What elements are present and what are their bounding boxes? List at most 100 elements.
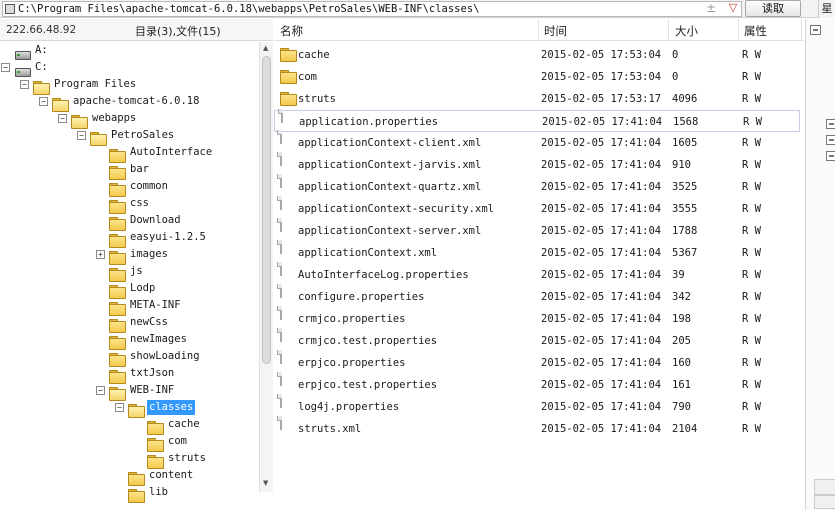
file-row[interactable]: AutoInterfaceLog.properties 2015-02-05 17… (274, 262, 800, 286)
tree-item[interactable]: bar (0, 161, 259, 180)
file-row[interactable]: applicationContext.xml 2015-02-05 17:41:0… (274, 240, 800, 264)
file-icon (280, 350, 282, 364)
tree-scroll-thumb[interactable] (262, 56, 271, 364)
tree-item[interactable]: − PetroSales (0, 127, 259, 146)
chevron-down-icon[interactable]: ▽ (726, 1, 740, 15)
tree-item[interactable]: − classes (0, 399, 259, 418)
file-size: 5367 (672, 247, 698, 259)
tree-item-label: Program Files (54, 78, 137, 90)
file-row[interactable]: applicationContext-jarvis.xml 2015-02-05 … (274, 152, 800, 176)
panel-button[interactable] (814, 479, 835, 495)
tree-item[interactable]: − webapps (0, 110, 259, 129)
file-row[interactable]: applicationContext-quartz.xml 2015-02-05 … (274, 174, 800, 198)
column-divider[interactable] (738, 19, 739, 41)
file-attr: R W (742, 159, 761, 171)
tree-item[interactable]: − apache-tomcat-6.0.18 (0, 93, 259, 112)
tree-item[interactable]: newCss (0, 314, 259, 333)
tree-item-label: images (130, 248, 168, 260)
file-row[interactable]: application.properties 2015-02-05 17:41:0… (274, 109, 800, 132)
column-divider[interactable] (801, 19, 802, 41)
file-row[interactable]: struts 2015-02-05 17:53:17 4096 R W (274, 88, 800, 110)
path-input[interactable]: C:\Program Files\apache-tomcat-6.0.18\we… (2, 1, 742, 17)
file-row[interactable]: erpjco.test.properties 2015-02-05 17:41:0… (274, 372, 800, 396)
tree-item[interactable]: AutoInterface (0, 144, 259, 163)
file-icon (280, 218, 282, 232)
star-tab[interactable]: 星 (818, 0, 835, 18)
file-row[interactable]: cache 2015-02-05 17:53:04 0 R W (274, 44, 800, 66)
file-row[interactable]: struts.xml 2015-02-05 17:41:04 2104 R W (274, 416, 800, 440)
file-time: 2015-02-05 17:41:04 (541, 269, 662, 281)
panel-icon[interactable] (826, 135, 835, 145)
file-row[interactable]: applicationContext-security.xml 2015-02-0… (274, 196, 800, 220)
tree-item[interactable]: newImages (0, 331, 259, 350)
column-time[interactable]: 时间 (544, 23, 567, 39)
tree-item[interactable]: txtJson (0, 365, 259, 384)
column-divider[interactable] (668, 19, 669, 41)
scroll-up-icon[interactable]: ▲ (263, 44, 268, 52)
tree-item[interactable]: + images (0, 246, 259, 265)
column-attr[interactable]: 属性 (744, 23, 767, 39)
collapse-icon[interactable]: − (115, 403, 124, 412)
collapse-icon[interactable]: − (1, 63, 10, 72)
file-time: 2015-02-05 17:53:04 (541, 49, 662, 61)
folder-icon (109, 148, 126, 163)
panel-button[interactable] (814, 495, 835, 509)
tree-item[interactable]: − WEB-INF (0, 382, 259, 401)
file-row[interactable]: applicationContext-server.xml 2015-02-05 … (274, 218, 800, 242)
file-attr: R W (742, 93, 761, 105)
column-divider[interactable] (538, 19, 539, 41)
file-name: applicationContext-server.xml (298, 225, 482, 237)
tree-item[interactable]: css (0, 195, 259, 214)
collapse-icon[interactable]: − (96, 386, 105, 395)
file-name: erpjco.test.properties (298, 379, 438, 391)
file-row[interactable]: erpjco.properties 2015-02-05 17:41:04 160 R… (274, 350, 800, 374)
file-row[interactable]: log4j.properties 2015-02-05 17:41:04 790 R … (274, 394, 800, 418)
column-size[interactable]: 大小 (675, 23, 698, 39)
scroll-down-icon[interactable]: ▼ (263, 479, 268, 487)
tree-item[interactable]: js (0, 263, 259, 282)
collapse-icon[interactable]: − (39, 97, 48, 106)
tree-item[interactable]: A: (0, 42, 259, 60)
column-name[interactable]: 名称 (280, 23, 303, 39)
file-name: struts (298, 93, 336, 105)
file-attr: R W (742, 181, 761, 193)
file-time: 2015-02-05 17:41:04 (541, 225, 662, 237)
tree-item[interactable]: Lodp (0, 280, 259, 299)
panel-icon[interactable] (826, 119, 835, 129)
file-icon (280, 240, 282, 254)
path-text: C:\Program Files\apache-tomcat-6.0.18\we… (18, 3, 480, 15)
expand-icon[interactable]: + (96, 250, 105, 259)
tree-scrollbar[interactable]: ▲ ▼ (259, 42, 273, 492)
file-icon (280, 262, 282, 276)
file-attr: R W (742, 291, 761, 303)
file-row[interactable]: applicationContext-client.xml 2015-02-05 … (274, 130, 800, 154)
panel-icon[interactable] (826, 151, 835, 161)
plus-minus-icon[interactable]: ± (706, 1, 716, 15)
tree-item[interactable]: − C: (0, 59, 259, 77)
tree-item[interactable]: easyui-1.2.5 (0, 229, 259, 248)
file-row[interactable]: configure.properties 2015-02-05 17:41:04 3… (274, 284, 800, 308)
tree-item[interactable]: Download (0, 212, 259, 231)
tree-item[interactable]: com (0, 433, 259, 452)
file-name: applicationContext-client.xml (298, 137, 482, 149)
tree-item[interactable]: lib (0, 484, 259, 503)
tree-item[interactable]: cache (0, 416, 259, 435)
tree-item[interactable]: content (0, 467, 259, 486)
folder-icon (147, 454, 164, 469)
collapse-icon[interactable]: − (58, 114, 67, 123)
tree-item[interactable]: struts (0, 450, 259, 469)
tree-item[interactable]: showLoading (0, 348, 259, 367)
tree-item-label: cache (168, 418, 200, 430)
tree-item[interactable]: − Program Files (0, 76, 259, 95)
collapse-icon[interactable]: − (77, 131, 86, 140)
file-size: 3555 (672, 203, 698, 215)
file-row[interactable]: crmjco.test.properties 2015-02-05 17:41:0… (274, 328, 800, 352)
file-row[interactable]: crmjco.properties 2015-02-05 17:41:04 198 R… (274, 306, 800, 330)
file-size: 342 (672, 291, 691, 303)
tree-item[interactable]: common (0, 178, 259, 197)
file-row[interactable]: com 2015-02-05 17:53:04 0 R W (274, 66, 800, 88)
collapse-icon[interactable] (810, 25, 821, 35)
collapse-icon[interactable]: − (20, 80, 29, 89)
tree-item[interactable]: META-INF (0, 297, 259, 316)
read-button[interactable]: 读取 (745, 0, 801, 17)
